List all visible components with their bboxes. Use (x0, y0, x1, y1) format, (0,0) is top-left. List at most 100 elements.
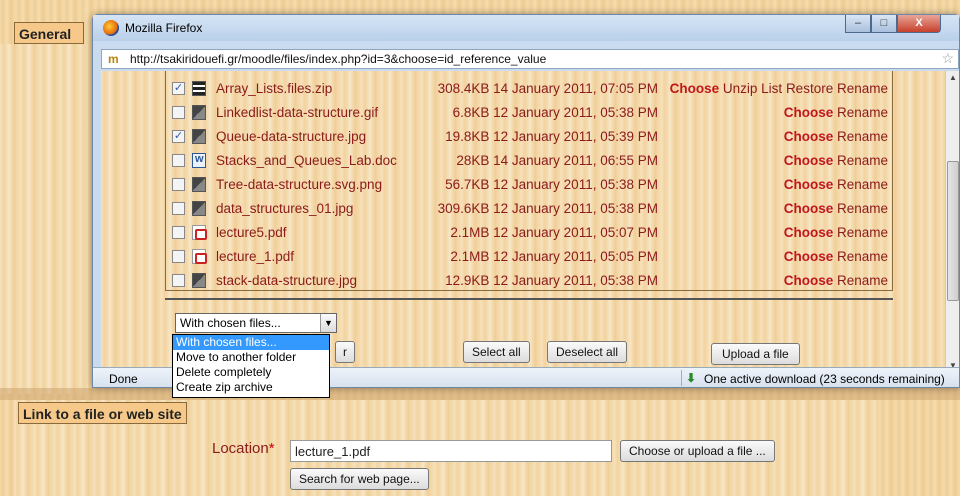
action-rename-link[interactable]: Rename (837, 201, 888, 216)
upload-file-button[interactable]: Upload a file (711, 343, 800, 365)
minimize-button[interactable]: – (845, 15, 871, 33)
action-rename-link[interactable]: Rename (837, 177, 888, 192)
dropdown-option[interactable]: Move to another folder (173, 350, 329, 365)
action-choose-link[interactable]: Choose (784, 177, 837, 192)
download-icon: ⬇ (686, 371, 697, 385)
maximize-button[interactable]: □ (871, 15, 897, 33)
file-browser: ✓ Array_Lists.files.zip 308.4KB 14 January… (101, 71, 945, 367)
table-row: ✓ Array_Lists.files.zip 308.4KB 14 January… (166, 77, 894, 101)
file-name-link[interactable]: Linkedlist-data-structure.gif (216, 105, 378, 120)
hidden-folder-button[interactable]: r (335, 341, 355, 363)
pdf-icon (192, 225, 207, 240)
file-name-link[interactable]: data_structures_01.jpg (216, 201, 353, 216)
bookmark-star-icon[interactable]: ☆ (941, 50, 954, 67)
file-checkbox[interactable]: ✓ (172, 130, 185, 143)
table-row: lecture_1.pdf 2.1MB 12 January 2011, 05:0… (166, 245, 894, 269)
action-rename-link[interactable]: Rename (837, 81, 888, 96)
action-rename-link[interactable]: Rename (837, 129, 888, 144)
action-list-link[interactable]: List (761, 81, 786, 96)
file-size-date: 28KB 14 January 2011, 06:55 PM (456, 153, 658, 168)
file-actions: Choose Rename (784, 153, 888, 168)
action-choose-link[interactable]: Choose (784, 105, 837, 120)
general-section-header: General (14, 22, 84, 44)
action-choose-link[interactable]: Choose (784, 273, 837, 288)
file-checkbox[interactable] (172, 178, 185, 191)
file-checkbox[interactable] (172, 106, 185, 119)
file-name-link[interactable]: lecture5.pdf (216, 225, 287, 240)
action-choose-link[interactable]: Choose (670, 81, 723, 96)
file-size-date: 308.4KB 14 January 2011, 07:05 PM (437, 81, 658, 96)
file-checkbox[interactable] (172, 202, 185, 215)
status-text: Done (109, 372, 138, 386)
table-row: data_structures_01.jpg 309.6KB 12 January… (166, 197, 894, 221)
action-rename-link[interactable]: Rename (837, 225, 888, 240)
action-choose-link[interactable]: Choose (784, 129, 837, 144)
file-size-date: 2.1MB 12 January 2011, 05:07 PM (450, 225, 658, 240)
scroll-up-icon[interactable]: ▲ (946, 71, 960, 85)
file-name-link[interactable]: Array_Lists.files.zip (216, 81, 332, 96)
file-name-link[interactable]: lecture_1.pdf (216, 249, 294, 264)
file-actions: Choose Rename (784, 105, 888, 120)
left-column (0, 44, 88, 394)
action-choose-link[interactable]: Choose (784, 153, 837, 168)
table-row: lecture5.pdf 2.1MB 12 January 2011, 05:07… (166, 221, 894, 245)
action-rename-link[interactable]: Rename (837, 273, 888, 288)
file-checkbox[interactable]: ✓ (172, 82, 185, 95)
url-text: http://tsakiridouefi.gr/moodle/files/ind… (130, 52, 547, 66)
file-size-date: 19.8KB 12 January 2011, 05:39 PM (445, 129, 658, 144)
action-restore-link[interactable]: Restore (786, 81, 837, 96)
deselect-all-button[interactable]: Deselect all (547, 341, 628, 363)
table-row: ✓ Queue-data-structure.jpg 19.8KB 12 Janua… (166, 125, 894, 149)
action-rename-link[interactable]: Rename (837, 105, 888, 120)
file-checkbox[interactable] (172, 250, 185, 263)
section-divider (0, 388, 960, 400)
file-name-link[interactable]: Stacks_and_Queues_Lab.doc (216, 153, 397, 168)
required-mark: * (268, 440, 275, 457)
word-doc-icon (192, 153, 206, 168)
file-checkbox[interactable] (172, 274, 185, 287)
table-row: Stacks_and_Queues_Lab.doc 28KB 14 January… (166, 149, 894, 173)
link-section-title: Link to a file or web site (18, 402, 187, 424)
bulk-action-select[interactable]: With chosen files... ▼ (175, 313, 337, 333)
file-name-link[interactable]: Queue-data-structure.jpg (216, 129, 366, 144)
file-actions: Choose Rename (784, 249, 888, 264)
dropdown-option[interactable]: Delete completely (173, 365, 329, 380)
image-icon (192, 129, 206, 144)
action-unzip-link[interactable]: Unzip (723, 81, 761, 96)
image-icon (192, 177, 206, 192)
action-rename-link[interactable]: Rename (837, 249, 888, 264)
url-bar[interactable]: m http://tsakiridouefi.gr/moodle/files/i… (101, 49, 959, 69)
table-divider (165, 298, 893, 300)
file-size-date: 309.6KB 12 January 2011, 05:38 PM (437, 201, 658, 216)
select-all-button[interactable]: Select all (463, 341, 530, 363)
table-row: Tree-data-structure.svg.png 56.7KB 12 Jan… (166, 173, 894, 197)
dropdown-option[interactable]: With chosen files... (173, 335, 329, 350)
file-name-link[interactable]: stack-data-structure.jpg (216, 273, 357, 288)
file-checkbox[interactable] (172, 154, 185, 167)
bulk-action-dropdown: With chosen files... Move to another fold… (172, 334, 330, 398)
bulk-action-value: With chosen files... (180, 316, 281, 330)
file-name-link[interactable]: Tree-data-structure.svg.png (216, 177, 382, 192)
dropdown-option[interactable]: Create zip archive (173, 380, 329, 395)
vertical-scrollbar[interactable]: ▲ ▼ (945, 71, 959, 375)
window-title: Mozilla Firefox (125, 21, 203, 35)
choose-upload-button[interactable]: Choose or upload a file ... (620, 440, 775, 462)
location-label: Location* (212, 440, 275, 457)
action-rename-link[interactable]: Rename (837, 153, 888, 168)
location-input[interactable]: lecture_1.pdf (290, 440, 612, 462)
close-button[interactable]: X (897, 15, 941, 33)
action-choose-link[interactable]: Choose (784, 225, 837, 240)
file-actions: Choose Rename (784, 129, 888, 144)
zip-icon (192, 81, 206, 96)
file-checkbox[interactable] (172, 226, 185, 239)
action-choose-link[interactable]: Choose (784, 201, 837, 216)
pdf-icon (192, 249, 207, 264)
scrollbar-thumb[interactable] (947, 161, 959, 301)
firefox-window: Mozilla Firefox – □ X m http://tsakirido… (92, 14, 960, 388)
chevron-down-icon[interactable]: ▼ (320, 314, 336, 332)
action-choose-link[interactable]: Choose (784, 249, 837, 264)
download-status[interactable]: ⬇ One active download (23 seconds remaini… (681, 370, 945, 386)
file-actions: Choose Rename (784, 273, 888, 288)
search-web-button[interactable]: Search for web page... (290, 468, 429, 490)
file-size-date: 12.9KB 12 January 2011, 05:38 PM (445, 273, 658, 288)
